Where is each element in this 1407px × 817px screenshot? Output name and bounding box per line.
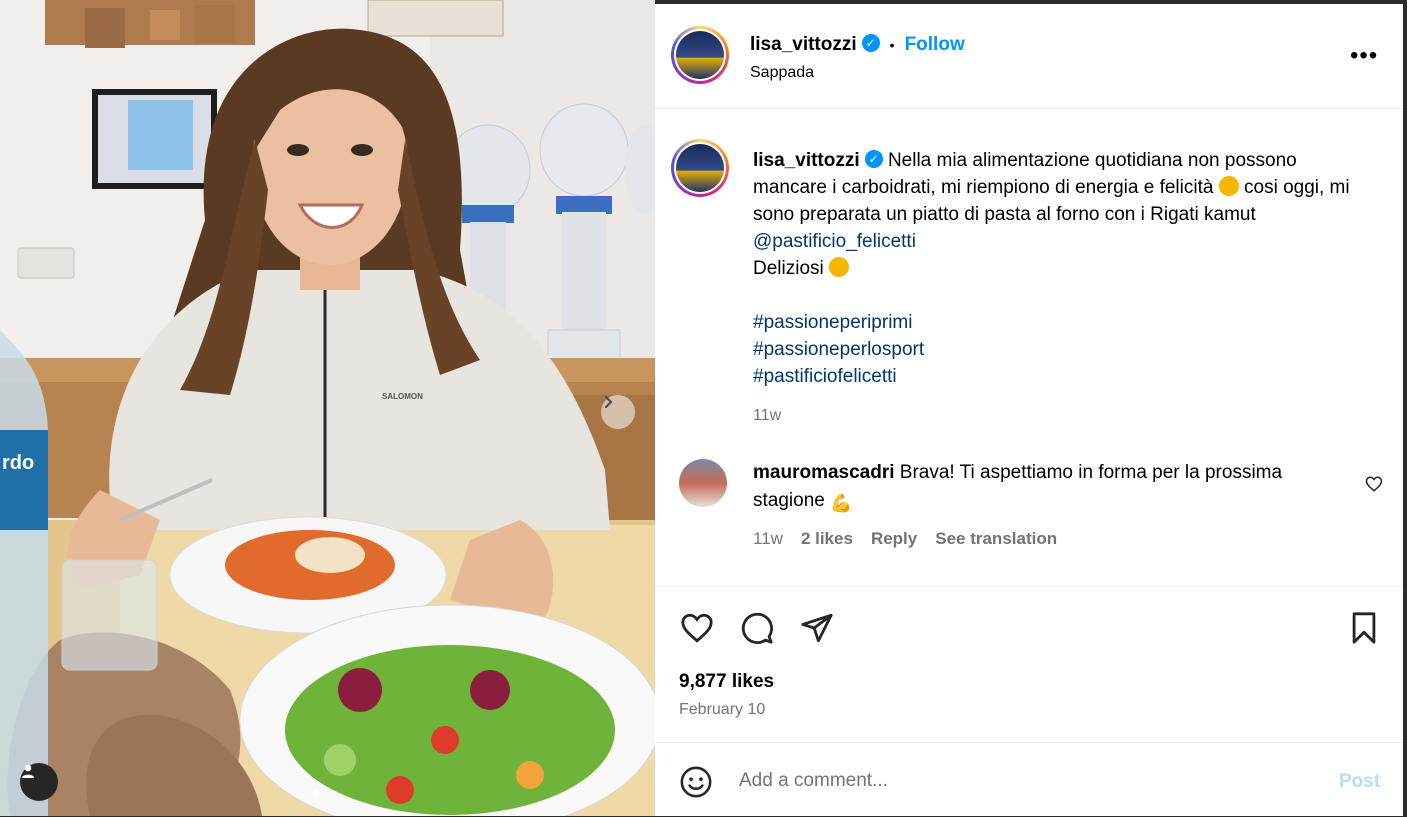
carousel-dot bbox=[323, 790, 329, 796]
likes-count[interactable]: 9,877 likes bbox=[679, 671, 774, 693]
jacket-brand-text: SALOMON bbox=[382, 392, 423, 401]
caption-text-3: Deliziosi bbox=[753, 258, 824, 279]
comment-like-heart-icon[interactable] bbox=[1365, 475, 1383, 493]
comments-scroll-area[interactable]: lisa_vittozzi ✓ Nella mia alimentazione q… bbox=[655, 109, 1403, 587]
verified-badge-icon: ✓ bbox=[861, 34, 880, 52]
hashtag-link[interactable]: #passioneperiprimi bbox=[753, 312, 912, 333]
comment-input[interactable] bbox=[737, 763, 1301, 799]
yum-emoji-icon bbox=[829, 257, 850, 277]
comment-body: mauromascadri Brava! Ti aspettiamo in fo… bbox=[753, 459, 1323, 515]
post-caption: lisa_vittozzi ✓ Nella mia alimentazione q… bbox=[753, 147, 1353, 429]
comment-bubble-icon[interactable] bbox=[739, 611, 775, 645]
add-comment-bar: Post bbox=[655, 742, 1403, 817]
commenter-avatar[interactable] bbox=[679, 459, 727, 507]
carousel-next-button[interactable] bbox=[601, 395, 635, 429]
caption-username[interactable]: lisa_vittozzi bbox=[753, 150, 860, 171]
see-translation-button[interactable]: See translation bbox=[935, 529, 1057, 549]
tagged-users-button[interactable] bbox=[20, 763, 58, 801]
post-details-panel: lisa_vittozzi ✓ • Follow Sappada ••• lis… bbox=[655, 4, 1403, 816]
author-avatar[interactable] bbox=[671, 26, 729, 84]
follow-button[interactable]: Follow bbox=[905, 34, 965, 56]
chevron-right-icon bbox=[604, 395, 613, 409]
avatar-image bbox=[676, 31, 724, 79]
hashtag-link[interactable]: #pastificiofelicetti bbox=[753, 366, 897, 387]
carousel-indicator bbox=[313, 790, 329, 796]
commenter-username[interactable]: mauromascadri bbox=[753, 462, 895, 483]
instagram-post-dialog: rdo SALOMON lisa_vittozzi ✓ • Follow Sap… bbox=[0, 0, 1407, 816]
like-heart-icon[interactable] bbox=[679, 611, 715, 645]
flexed-biceps-emoji-icon: 💪 bbox=[830, 493, 853, 513]
emoji-picker-icon[interactable] bbox=[679, 765, 713, 799]
share-paper-plane-icon[interactable] bbox=[799, 611, 835, 645]
heart-eyes-emoji-icon bbox=[1218, 176, 1239, 196]
hashtag-link[interactable]: #passioneperlosport bbox=[753, 339, 924, 360]
post-location[interactable]: Sappada bbox=[750, 64, 814, 82]
post-comment-button[interactable]: Post bbox=[1339, 771, 1380, 793]
post-photo[interactable]: rdo SALOMON bbox=[0, 0, 655, 816]
more-options-icon[interactable]: ••• bbox=[1350, 44, 1378, 68]
photo-illustration bbox=[0, 0, 655, 816]
post-date[interactable]: February 10 bbox=[679, 701, 765, 719]
verified-badge-icon: ✓ bbox=[864, 149, 883, 168]
post-actions-section: 9,877 likes February 10 bbox=[655, 586, 1403, 743]
caption-author-avatar[interactable] bbox=[671, 139, 729, 197]
comment-meta: 11w 2 likes Reply See translation bbox=[753, 529, 1057, 549]
save-bookmark-icon[interactable] bbox=[1347, 611, 1381, 645]
carousel-dot bbox=[313, 790, 319, 796]
user-icon bbox=[22, 764, 34, 778]
bottle-label-text: rdo bbox=[2, 452, 35, 474]
avatar-image bbox=[676, 144, 724, 192]
comment-likes[interactable]: 2 likes bbox=[801, 529, 853, 549]
author-username[interactable]: lisa_vittozzi bbox=[750, 34, 857, 56]
post-header: lisa_vittozzi ✓ • Follow Sappada ••• bbox=[655, 4, 1403, 109]
comment-timestamp[interactable]: 11w bbox=[753, 529, 783, 549]
reply-button[interactable]: Reply bbox=[871, 529, 917, 549]
caption-timestamp[interactable]: 11w bbox=[753, 402, 1353, 429]
mention-link[interactable]: @pastificio_felicetti bbox=[753, 231, 916, 252]
separator-dot: • bbox=[889, 37, 895, 53]
